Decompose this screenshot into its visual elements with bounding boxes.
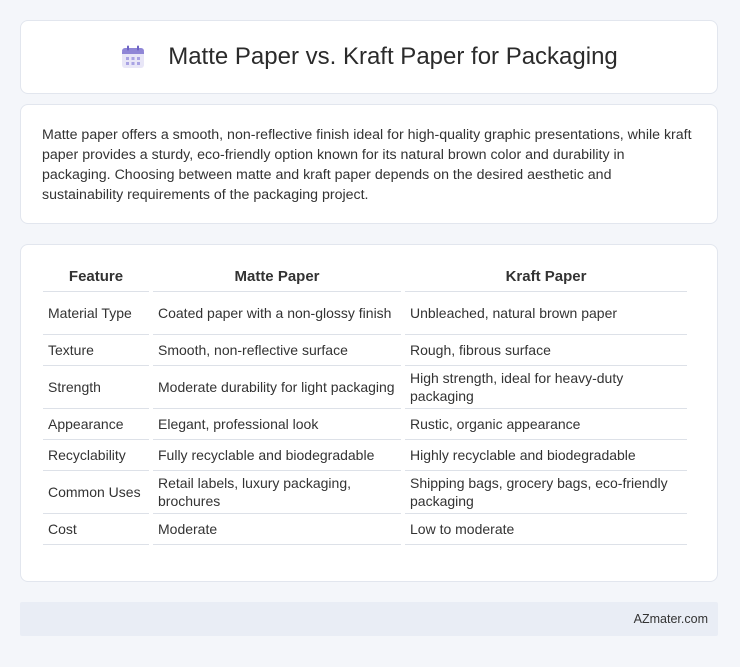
feature-cell: Texture [43,335,149,366]
kraft-cell: High strength, ideal for heavy-duty pack… [405,366,687,409]
table-row: Recyclability Fully recyclable and biode… [43,440,687,471]
feature-cell: Strength [43,366,149,409]
matte-cell: Moderate [153,514,401,545]
kraft-cell: Highly recyclable and biodegradable [405,440,687,471]
feature-cell: Material Type [43,292,149,335]
feature-cell: Common Uses [43,471,149,514]
footer-site-link[interactable]: AZmater.com [634,612,708,626]
title-card: Matte Paper vs. Kraft Paper for Packagin… [20,20,718,94]
kraft-cell: Rustic, organic appearance [405,409,687,440]
table-row: Cost Moderate Low to moderate [43,514,687,545]
intro-card: Matte paper offers a smooth, non-reflect… [20,104,718,224]
comparison-card: Feature Matte Paper Kraft Paper Material… [20,244,718,582]
matte-cell: Retail labels, luxury packaging, brochur… [153,471,401,514]
kraft-cell: Unbleached, natural brown paper [405,292,687,335]
header-feature: Feature [43,261,149,292]
kraft-cell: Rough, fibrous surface [405,335,687,366]
feature-cell: Cost [43,514,149,545]
feature-cell: Appearance [43,409,149,440]
page-title: Matte Paper vs. Kraft Paper for Packagin… [168,43,618,70]
footer: AZmater.com [20,602,718,636]
feature-cell: Recyclability [43,440,149,471]
table-row: Texture Smooth, non-reflective surface R… [43,335,687,366]
table-header-row: Feature Matte Paper Kraft Paper [43,261,687,292]
comparison-table: Feature Matte Paper Kraft Paper Material… [39,261,691,545]
matte-cell: Smooth, non-reflective surface [153,335,401,366]
kraft-cell: Shipping bags, grocery bags, eco-friendl… [405,471,687,514]
kraft-cell: Low to moderate [405,514,687,545]
table-row: Common Uses Retail labels, luxury packag… [43,471,687,514]
intro-paragraph: Matte paper offers a smooth, non-reflect… [42,127,692,203]
header-matte-paper: Matte Paper [153,261,401,292]
table-row: Material Type Coated paper with a non-gl… [43,292,687,335]
calendar-icon [120,44,146,70]
matte-cell: Elegant, professional look [153,409,401,440]
table-row: Appearance Elegant, professional look Ru… [43,409,687,440]
header-kraft-paper: Kraft Paper [405,261,687,292]
matte-cell: Fully recyclable and biodegradable [153,440,401,471]
table-row: Strength Moderate durability for light p… [43,366,687,409]
matte-cell: Coated paper with a non-glossy finish [153,292,401,335]
matte-cell: Moderate durability for light packaging [153,366,401,409]
